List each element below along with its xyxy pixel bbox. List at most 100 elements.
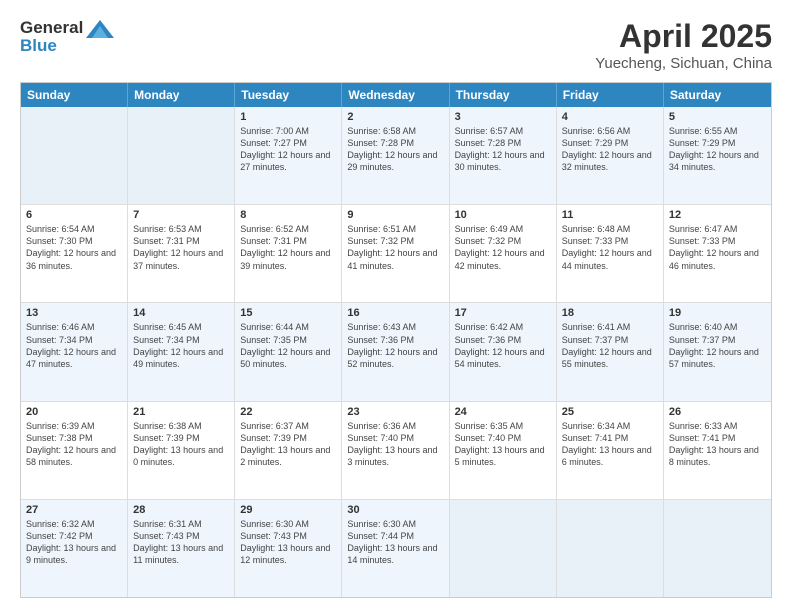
title-location: Yuecheng, Sichuan, China bbox=[595, 55, 772, 72]
day-number: 20 bbox=[26, 406, 122, 418]
day-info: Sunrise: 6:44 AM Sunset: 7:35 PM Dayligh… bbox=[240, 322, 330, 368]
logo-blue-text: Blue bbox=[20, 36, 57, 56]
cal-cell-r2-c6: 19 Sunrise: 6:40 AM Sunset: 7:37 PM Dayli… bbox=[664, 303, 771, 400]
day-info: Sunrise: 6:36 AM Sunset: 7:40 PM Dayligh… bbox=[347, 421, 437, 467]
day-info: Sunrise: 6:57 AM Sunset: 7:28 PM Dayligh… bbox=[455, 126, 545, 172]
cal-cell-r3-c2: 22 Sunrise: 6:37 AM Sunset: 7:39 PM Dayli… bbox=[235, 402, 342, 499]
day-number: 26 bbox=[669, 406, 766, 418]
day-info: Sunrise: 6:56 AM Sunset: 7:29 PM Dayligh… bbox=[562, 126, 652, 172]
cal-cell-r0-c1 bbox=[128, 107, 235, 204]
day-info: Sunrise: 6:55 AM Sunset: 7:29 PM Dayligh… bbox=[669, 126, 759, 172]
logo-general-text: General bbox=[20, 18, 83, 38]
cal-cell-r2-c0: 13 Sunrise: 6:46 AM Sunset: 7:34 PM Dayli… bbox=[21, 303, 128, 400]
cal-cell-r4-c0: 27 Sunrise: 6:32 AM Sunset: 7:42 PM Dayli… bbox=[21, 500, 128, 597]
day-number: 13 bbox=[26, 307, 122, 319]
weekday-sunday: Sunday bbox=[21, 83, 128, 107]
cal-cell-r4-c5 bbox=[557, 500, 664, 597]
day-number: 29 bbox=[240, 504, 336, 516]
day-info: Sunrise: 6:54 AM Sunset: 7:30 PM Dayligh… bbox=[26, 224, 116, 270]
day-number: 2 bbox=[347, 111, 443, 123]
day-info: Sunrise: 6:37 AM Sunset: 7:39 PM Dayligh… bbox=[240, 421, 330, 467]
day-number: 10 bbox=[455, 209, 551, 221]
cal-cell-r0-c0 bbox=[21, 107, 128, 204]
day-info: Sunrise: 6:51 AM Sunset: 7:32 PM Dayligh… bbox=[347, 224, 437, 270]
cal-cell-r1-c4: 10 Sunrise: 6:49 AM Sunset: 7:32 PM Dayli… bbox=[450, 205, 557, 302]
day-number: 7 bbox=[133, 209, 229, 221]
cal-cell-r0-c6: 5 Sunrise: 6:55 AM Sunset: 7:29 PM Daylig… bbox=[664, 107, 771, 204]
day-info: Sunrise: 6:58 AM Sunset: 7:28 PM Dayligh… bbox=[347, 126, 437, 172]
day-info: Sunrise: 6:30 AM Sunset: 7:44 PM Dayligh… bbox=[347, 519, 437, 565]
cal-row-3: 20 Sunrise: 6:39 AM Sunset: 7:38 PM Dayli… bbox=[21, 401, 771, 499]
day-number: 9 bbox=[347, 209, 443, 221]
cal-cell-r1-c5: 11 Sunrise: 6:48 AM Sunset: 7:33 PM Dayli… bbox=[557, 205, 664, 302]
day-info: Sunrise: 6:34 AM Sunset: 7:41 PM Dayligh… bbox=[562, 421, 652, 467]
day-number: 24 bbox=[455, 406, 551, 418]
cal-cell-r3-c1: 21 Sunrise: 6:38 AM Sunset: 7:39 PM Dayli… bbox=[128, 402, 235, 499]
day-info: Sunrise: 6:45 AM Sunset: 7:34 PM Dayligh… bbox=[133, 322, 223, 368]
day-info: Sunrise: 6:32 AM Sunset: 7:42 PM Dayligh… bbox=[26, 519, 116, 565]
cal-row-1: 6 Sunrise: 6:54 AM Sunset: 7:30 PM Daylig… bbox=[21, 204, 771, 302]
cal-cell-r0-c4: 3 Sunrise: 6:57 AM Sunset: 7:28 PM Daylig… bbox=[450, 107, 557, 204]
cal-cell-r3-c3: 23 Sunrise: 6:36 AM Sunset: 7:40 PM Dayli… bbox=[342, 402, 449, 499]
day-info: Sunrise: 6:46 AM Sunset: 7:34 PM Dayligh… bbox=[26, 322, 116, 368]
day-number: 16 bbox=[347, 307, 443, 319]
day-info: Sunrise: 6:39 AM Sunset: 7:38 PM Dayligh… bbox=[26, 421, 116, 467]
calendar: Sunday Monday Tuesday Wednesday Thursday… bbox=[20, 82, 772, 598]
day-number: 15 bbox=[240, 307, 336, 319]
cal-cell-r0-c2: 1 Sunrise: 7:00 AM Sunset: 7:27 PM Daylig… bbox=[235, 107, 342, 204]
day-info: Sunrise: 6:31 AM Sunset: 7:43 PM Dayligh… bbox=[133, 519, 223, 565]
day-number: 11 bbox=[562, 209, 658, 221]
weekday-monday: Monday bbox=[128, 83, 235, 107]
day-number: 17 bbox=[455, 307, 551, 319]
day-info: Sunrise: 6:48 AM Sunset: 7:33 PM Dayligh… bbox=[562, 224, 652, 270]
day-number: 22 bbox=[240, 406, 336, 418]
day-number: 12 bbox=[669, 209, 766, 221]
calendar-body: 1 Sunrise: 7:00 AM Sunset: 7:27 PM Daylig… bbox=[21, 107, 771, 597]
day-info: Sunrise: 6:33 AM Sunset: 7:41 PM Dayligh… bbox=[669, 421, 759, 467]
cal-cell-r3-c5: 25 Sunrise: 6:34 AM Sunset: 7:41 PM Dayli… bbox=[557, 402, 664, 499]
cal-cell-r1-c0: 6 Sunrise: 6:54 AM Sunset: 7:30 PM Daylig… bbox=[21, 205, 128, 302]
title-block: April 2025 Yuecheng, Sichuan, China bbox=[595, 18, 772, 72]
calendar-header: Sunday Monday Tuesday Wednesday Thursday… bbox=[21, 83, 771, 107]
cal-cell-r1-c1: 7 Sunrise: 6:53 AM Sunset: 7:31 PM Daylig… bbox=[128, 205, 235, 302]
cal-cell-r2-c3: 16Sunrise: 6:43 AM Sunset: 7:36 PM Dayli… bbox=[342, 303, 449, 400]
day-info: Sunrise: 6:49 AM Sunset: 7:32 PM Dayligh… bbox=[455, 224, 545, 270]
day-number: 3 bbox=[455, 111, 551, 123]
day-number: 8 bbox=[240, 209, 336, 221]
weekday-thursday: Thursday bbox=[450, 83, 557, 107]
cal-cell-r3-c4: 24 Sunrise: 6:35 AM Sunset: 7:40 PM Dayli… bbox=[450, 402, 557, 499]
day-info: Sunrise: 7:00 AM Sunset: 7:27 PM Dayligh… bbox=[240, 126, 330, 172]
day-number: 21 bbox=[133, 406, 229, 418]
day-info: Sunrise: 6:42 AM Sunset: 7:36 PM Dayligh… bbox=[455, 322, 545, 368]
day-info: Sunrise: 6:40 AM Sunset: 7:37 PM Dayligh… bbox=[669, 322, 759, 368]
day-number: 4 bbox=[562, 111, 658, 123]
cal-cell-r2-c4: 17 Sunrise: 6:42 AM Sunset: 7:36 PM Dayli… bbox=[450, 303, 557, 400]
cal-cell-r4-c1: 28Sunrise: 6:31 AM Sunset: 7:43 PM Dayli… bbox=[128, 500, 235, 597]
day-number: 14 bbox=[133, 307, 229, 319]
cal-cell-r1-c2: 8Sunrise: 6:52 AM Sunset: 7:31 PM Daylig… bbox=[235, 205, 342, 302]
day-number: 23 bbox=[347, 406, 443, 418]
cal-cell-r1-c6: 12Sunrise: 6:47 AM Sunset: 7:33 PM Dayli… bbox=[664, 205, 771, 302]
day-number: 30 bbox=[347, 504, 443, 516]
day-info: Sunrise: 6:53 AM Sunset: 7:31 PM Dayligh… bbox=[133, 224, 223, 270]
day-number: 25 bbox=[562, 406, 658, 418]
cal-cell-r4-c6 bbox=[664, 500, 771, 597]
cal-cell-r2-c2: 15 Sunrise: 6:44 AM Sunset: 7:35 PM Dayli… bbox=[235, 303, 342, 400]
day-number: 1 bbox=[240, 111, 336, 123]
cal-cell-r2-c1: 14 Sunrise: 6:45 AM Sunset: 7:34 PM Dayli… bbox=[128, 303, 235, 400]
cal-row-0: 1 Sunrise: 7:00 AM Sunset: 7:27 PM Daylig… bbox=[21, 107, 771, 204]
header: General Blue April 2025 Yuecheng, Sichua… bbox=[20, 18, 772, 72]
day-number: 27 bbox=[26, 504, 122, 516]
day-info: Sunrise: 6:41 AM Sunset: 7:37 PM Dayligh… bbox=[562, 322, 652, 368]
weekday-saturday: Saturday bbox=[664, 83, 771, 107]
day-number: 19 bbox=[669, 307, 766, 319]
weekday-wednesday: Wednesday bbox=[342, 83, 449, 107]
page: General Blue April 2025 Yuecheng, Sichua… bbox=[0, 0, 792, 612]
day-info: Sunrise: 6:38 AM Sunset: 7:39 PM Dayligh… bbox=[133, 421, 223, 467]
day-number: 5 bbox=[669, 111, 766, 123]
logo-icon bbox=[86, 20, 114, 38]
day-number: 6 bbox=[26, 209, 122, 221]
day-info: Sunrise: 6:35 AM Sunset: 7:40 PM Dayligh… bbox=[455, 421, 545, 467]
day-number: 18 bbox=[562, 307, 658, 319]
cal-cell-r1-c3: 9 Sunrise: 6:51 AM Sunset: 7:32 PM Daylig… bbox=[342, 205, 449, 302]
